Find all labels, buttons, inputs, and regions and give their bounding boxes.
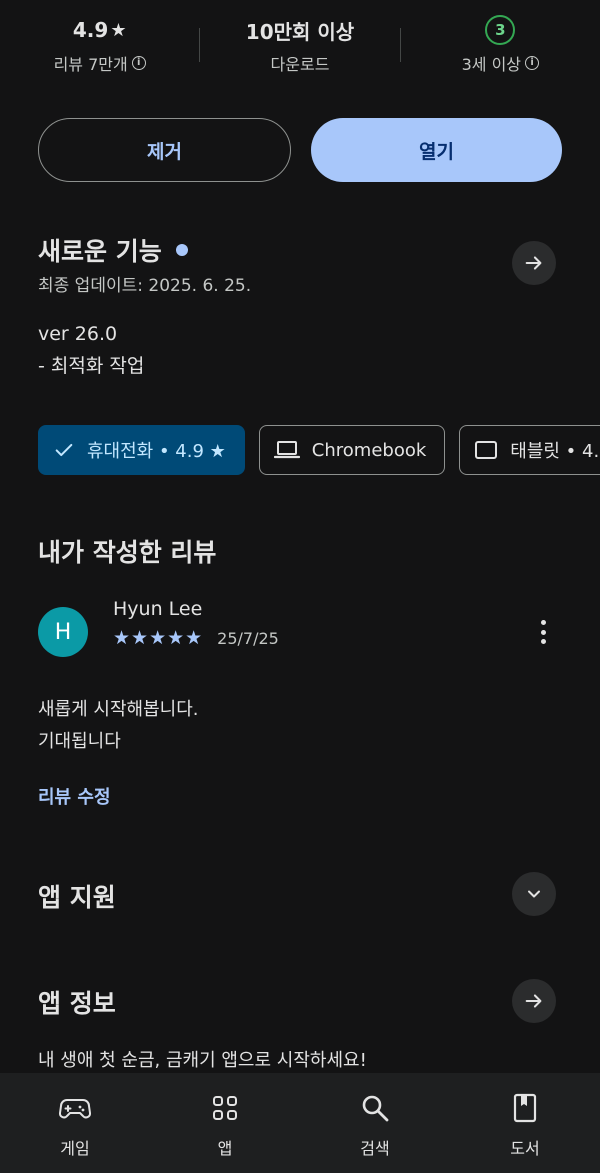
- device-filter-chips: 휴대전화 • 4.9 ★ Chromebook 태블릿 • 4.9 ★: [38, 425, 600, 475]
- apps-grid-icon: [205, 1091, 245, 1125]
- my-review-heading: 내가 작성한 리뷰: [38, 538, 217, 567]
- reviews-count: 리뷰 7만개: [53, 55, 128, 74]
- info-icon: i: [525, 56, 540, 70]
- search-icon: [355, 1091, 395, 1125]
- bottom-navigation: 게임 앱 검색 도서: [0, 1073, 600, 1173]
- app-support-heading[interactable]: 앱 지원: [38, 878, 116, 914]
- whats-new-arrow-button[interactable]: [512, 241, 556, 285]
- arrow-right-icon: [525, 994, 542, 1008]
- book-icon: [505, 1091, 545, 1125]
- chip-label: Chromebook: [311, 439, 427, 461]
- release-notes: ver 26.0 - 최적화 작업: [38, 318, 144, 382]
- nav-label: 앱: [217, 1139, 233, 1158]
- edit-review-link[interactable]: 리뷰 수정: [38, 783, 111, 809]
- nav-search[interactable]: 검색: [300, 1073, 450, 1173]
- chip-phone[interactable]: 휴대전화 • 4.9 ★: [38, 425, 245, 475]
- star-rating: ★★★★★: [113, 627, 204, 649]
- check-icon: [55, 443, 73, 457]
- downloads-label: 다운로드: [270, 55, 330, 74]
- gamepad-icon: [55, 1091, 95, 1125]
- chip-label: 태블릿 • 4.9 ★: [510, 441, 600, 462]
- whats-new-title: 새로운 기능: [38, 237, 162, 266]
- downloads-value: 10만회 이상: [245, 19, 355, 44]
- release-notes-line: ver 26.0: [38, 323, 118, 345]
- nav-games[interactable]: 게임: [0, 1073, 150, 1173]
- rating-stat[interactable]: 4.9 ★ 리뷰 7만개 i: [0, 0, 199, 90]
- content-rating-stat[interactable]: 3 3세 이상 i: [401, 0, 600, 90]
- star-icon: ★: [110, 19, 127, 41]
- laptop-icon: [273, 441, 300, 459]
- tablet-icon: [475, 441, 498, 459]
- age-rating-badge: 3: [485, 15, 516, 45]
- more-options-icon[interactable]: [533, 617, 553, 647]
- nav-apps[interactable]: 앱: [150, 1073, 300, 1173]
- review-meta: ★★★★★ 25/7/25: [113, 627, 279, 649]
- action-buttons: 제거 열기: [38, 118, 562, 182]
- chevron-down-icon: [528, 890, 540, 898]
- new-indicator-dot: [175, 244, 188, 256]
- release-notes-line: - 최적화 작업: [38, 355, 145, 377]
- whats-new-heading[interactable]: 새로운 기능: [38, 232, 188, 268]
- chip-tablet[interactable]: 태블릿 • 4.9 ★: [459, 425, 600, 475]
- chip-chromebook[interactable]: Chromebook: [258, 425, 446, 475]
- app-support-expand-button[interactable]: [512, 872, 556, 916]
- avatar: H: [38, 607, 88, 657]
- reviewer-name: Hyun Lee: [113, 598, 203, 620]
- nav-books[interactable]: 도서: [450, 1073, 600, 1173]
- review-text: 새롭게 시작해봅니다. 기대됩니다: [38, 694, 198, 758]
- nav-label: 도서: [510, 1139, 540, 1158]
- review-text-line: 새롭게 시작해봅니다.: [38, 699, 199, 720]
- open-button[interactable]: 열기: [311, 118, 562, 182]
- nav-label: 검색: [360, 1139, 390, 1158]
- info-icon: i: [131, 56, 146, 70]
- review-date: 25/7/25: [217, 628, 279, 648]
- uninstall-button[interactable]: 제거: [38, 118, 291, 182]
- app-info-arrow-button[interactable]: [512, 979, 556, 1023]
- chip-label: 휴대전화 • 4.9 ★: [87, 441, 226, 462]
- rating-value: 4.9: [72, 18, 109, 42]
- app-stats-row: 4.9 ★ 리뷰 7만개 i 10만회 이상 다운로드 3 3세 이상 i: [0, 0, 600, 90]
- nav-label: 게임: [60, 1139, 90, 1158]
- arrow-right-icon: [525, 256, 542, 270]
- downloads-stat: 10만회 이상 다운로드: [200, 0, 399, 90]
- last-updated: 최종 업데이트: 2025. 6. 25.: [38, 276, 252, 296]
- review-text-line: 기대됩니다: [38, 731, 121, 752]
- age-rating-label: 3세 이상: [461, 55, 522, 74]
- app-info-heading[interactable]: 앱 정보: [38, 984, 116, 1020]
